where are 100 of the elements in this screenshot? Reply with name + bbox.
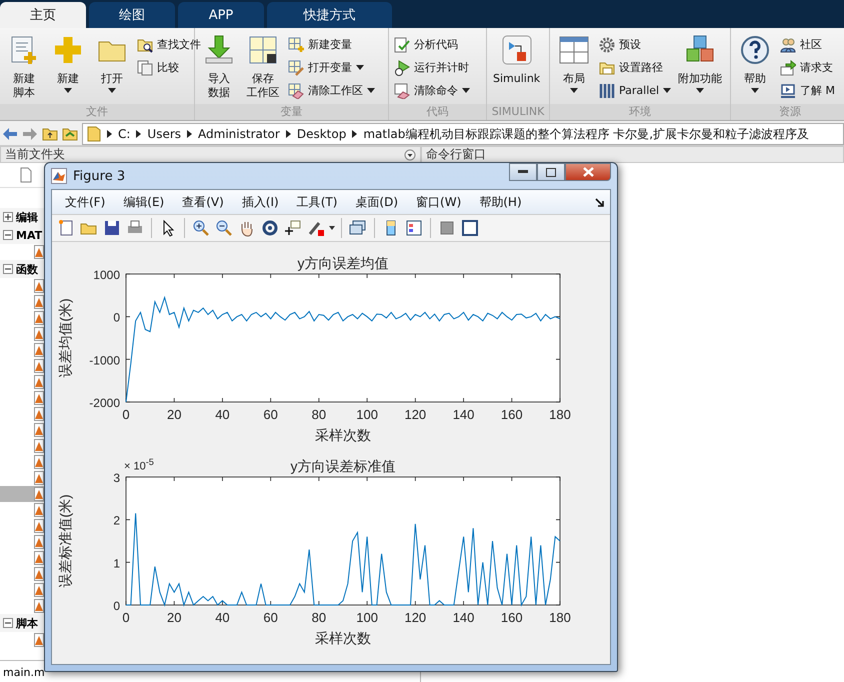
- ribbon-button[interactable]: 新建变量: [287, 34, 376, 55]
- ribbon-button[interactable]: 分析代码: [393, 34, 471, 55]
- menu-item[interactable]: 插入(I): [234, 192, 286, 212]
- section-title: SIMULINK: [487, 104, 549, 120]
- dock-arrow-icon[interactable]: [595, 198, 604, 206]
- axis-label: 采样次数: [315, 427, 371, 443]
- ribbon-tab[interactable]: 主页: [0, 2, 86, 28]
- tick-label: 160: [500, 610, 523, 625]
- play-clock-icon: [394, 60, 410, 76]
- menu-item[interactable]: 文件(F): [58, 192, 112, 212]
- ribbon-button[interactable]: 打开变量: [287, 57, 376, 78]
- breadcrumb-arrow-icon: [136, 130, 142, 138]
- help-icon: [739, 34, 771, 66]
- file-row[interactable]: [0, 486, 44, 502]
- axis-label: 误差标准值(米): [57, 494, 73, 588]
- legend-icon-button[interactable]: [404, 218, 424, 238]
- panel-icon-button[interactable]: [460, 218, 480, 238]
- window-title: Figure 3: [73, 168, 126, 184]
- ribbon-button[interactable]: 新建: [48, 32, 88, 104]
- grid-eraser-icon: [288, 82, 304, 98]
- ribbon-button[interactable]: Parallel: [598, 80, 672, 101]
- plus-icon: [52, 34, 84, 66]
- tick-label: 0: [113, 599, 120, 613]
- envelope-arrow-icon: [780, 60, 796, 76]
- ribbon-button[interactable]: 设置路径: [598, 57, 672, 78]
- collapse-icon[interactable]: [3, 618, 13, 628]
- collapse-icon[interactable]: [3, 230, 13, 240]
- section-title: 变量: [195, 104, 388, 120]
- breadcrumb[interactable]: Users: [147, 127, 182, 141]
- data-cursor-icon-button[interactable]: [283, 218, 303, 238]
- ribbon-button[interactable]: 导入 数据: [199, 32, 239, 104]
- documents-icon: [137, 60, 153, 76]
- tree-group-label: 脚本: [16, 616, 38, 630]
- address-field[interactable]: C: Users Administrator Desktop matlab编程机动目标跟踪课题的整个算法程序 卡尔曼,扩展卡尔曼和粒子滤波程序及: [82, 123, 844, 145]
- tick-label: 80: [312, 407, 326, 422]
- monitor-icon: [780, 82, 796, 98]
- zoom-in-icon-button[interactable]: [191, 218, 211, 238]
- zoom-out-icon-button[interactable]: [214, 218, 234, 238]
- close-icon: [582, 167, 594, 177]
- maximize-button[interactable]: [537, 163, 565, 181]
- ribbon-button[interactable]: 打开: [92, 32, 132, 104]
- menu-item[interactable]: 窗口(W): [409, 192, 468, 212]
- tick-label: 1000: [93, 268, 120, 282]
- close-button[interactable]: [565, 163, 611, 181]
- tick-label: 60: [263, 610, 278, 625]
- section-title: 文件: [0, 104, 194, 120]
- ribbon-button[interactable]: 社区: [779, 34, 836, 55]
- collapse-icon[interactable]: [3, 264, 13, 274]
- ribbon-button[interactable]: 运行并计时: [393, 57, 471, 78]
- ribbon-tab[interactable]: APP: [178, 2, 264, 28]
- expand-icon[interactable]: [3, 212, 13, 222]
- ribbon-button[interactable]: 请求支: [779, 57, 836, 78]
- menu-item[interactable]: 帮助(H): [472, 192, 529, 212]
- zoom-in-icon: [192, 219, 210, 237]
- folders-icon: [599, 60, 615, 76]
- ribbon-button[interactable]: 了解 M: [779, 80, 836, 101]
- grid-pencil-icon: [288, 60, 304, 76]
- menu-item[interactable]: 工具(T): [290, 192, 344, 212]
- ribbon-button[interactable]: 保存 工作区: [243, 32, 283, 104]
- breadcrumb[interactable]: Desktop: [296, 127, 346, 141]
- breadcrumb[interactable]: matlab编程机动目标跟踪课题的整个算法程序 卡尔曼,扩展卡尔曼和粒子滤波程序及: [363, 126, 810, 142]
- tick-label: -1000: [89, 353, 120, 368]
- ribbon-button[interactable]: 新建 脚本: [4, 32, 44, 104]
- ribbon-button[interactable]: 预设: [598, 34, 672, 55]
- ribbon-button[interactable]: 清除工作区: [287, 80, 376, 101]
- ribbon-button[interactable]: 清除命令: [393, 80, 471, 101]
- browse-folder-icon[interactable]: [62, 127, 78, 141]
- maximize-icon: [546, 168, 556, 176]
- tick-label: 20: [167, 407, 182, 422]
- menu-item[interactable]: 桌面(D): [348, 192, 406, 212]
- eraser-icon: [394, 82, 410, 98]
- back-arrow-icon[interactable]: [2, 127, 18, 141]
- folder-up-icon[interactable]: [42, 127, 58, 141]
- ribbon-button[interactable]: 比较: [136, 57, 202, 78]
- linked-windows-icon: [349, 219, 367, 237]
- ribbon-button[interactable]: 帮助: [735, 32, 775, 104]
- parallel-bars-icon: [599, 82, 615, 98]
- section-title: 代码: [389, 104, 486, 120]
- breadcrumb-arrow-icon: [187, 130, 192, 138]
- ribbon-tab[interactable]: 绘图: [89, 2, 175, 28]
- ribbon-button[interactable]: Simulink: [491, 32, 542, 104]
- axis-label: 误差均值(米): [57, 298, 73, 378]
- ribbon-button[interactable]: 查找文件: [136, 34, 202, 55]
- minimize-button[interactable]: [509, 163, 537, 181]
- dropdown-icon[interactable]: [404, 148, 416, 160]
- tick-label: -2000: [89, 396, 120, 410]
- menu-item[interactable]: 编辑(E): [116, 192, 172, 212]
- document-icon[interactable]: [20, 167, 32, 183]
- data-cursor-icon: [284, 219, 302, 237]
- breadcrumb[interactable]: Administrator: [198, 127, 280, 141]
- ribbon-button[interactable]: 布局: [554, 32, 594, 104]
- breadcrumb-arrow-icon: [286, 130, 291, 138]
- ribbon-tab[interactable]: 快捷方式: [267, 2, 392, 28]
- menu-item[interactable]: 查看(V): [175, 192, 231, 212]
- ribbon-button[interactable]: 附加功能: [676, 32, 724, 104]
- tree-group-label: 编辑: [16, 210, 38, 224]
- tick-label: 2: [113, 514, 120, 528]
- legend-icon: [405, 219, 423, 237]
- breadcrumb[interactable]: C:: [118, 127, 130, 141]
- save-icon-button[interactable]: [102, 218, 122, 238]
